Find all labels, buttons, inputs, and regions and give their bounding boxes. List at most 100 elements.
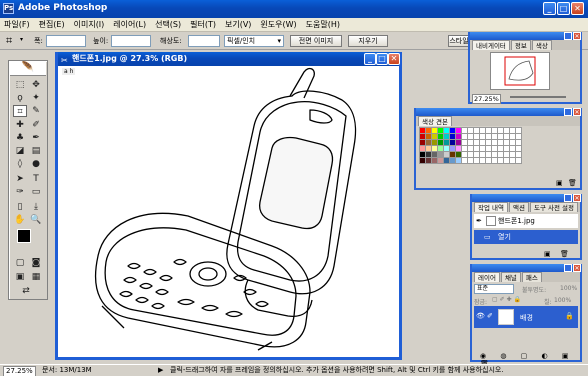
brush-tool-icon[interactable]: ✐ <box>29 119 43 131</box>
color-swatch[interactable] <box>431 151 438 158</box>
color-swatch[interactable] <box>503 145 510 152</box>
color-swatch[interactable] <box>419 157 426 164</box>
history-step-row[interactable]: ▭ 열기 <box>474 230 578 244</box>
color-swatch[interactable] <box>455 145 462 152</box>
blur-tool-icon[interactable]: ◊ <box>13 158 27 170</box>
history-brush-tool-icon[interactable]: ✒ <box>29 132 43 144</box>
color-swatch[interactable] <box>455 157 462 164</box>
color-swatch[interactable] <box>509 127 516 134</box>
color-swatch[interactable] <box>467 145 474 152</box>
color-swatch[interactable] <box>491 157 498 164</box>
navigator-zoom-value[interactable]: 27.25% <box>472 94 501 104</box>
move-tool-icon[interactable]: ✥ <box>29 79 43 91</box>
color-swatch[interactable] <box>443 157 450 164</box>
color-swatch[interactable] <box>431 139 438 146</box>
color-swatch[interactable] <box>443 133 450 140</box>
layers-minimize-button[interactable]: _ <box>564 264 572 272</box>
color-swatch[interactable] <box>467 157 474 164</box>
color-swatch[interactable] <box>461 151 468 158</box>
tab-navigator[interactable]: 내비게이터 <box>472 40 510 50</box>
tab-layers[interactable]: 레이어 <box>474 272 500 282</box>
slice-tool-icon[interactable]: ✎ <box>29 105 43 117</box>
color-swatch[interactable] <box>425 139 432 146</box>
hand-tool-icon[interactable]: ✋ <box>13 214 27 226</box>
color-swatch[interactable] <box>449 139 456 146</box>
color-swatch[interactable] <box>455 151 462 158</box>
color-swatch[interactable] <box>431 133 438 140</box>
color-swatch[interactable] <box>485 139 492 146</box>
color-swatch[interactable] <box>497 157 504 164</box>
color-swatch[interactable] <box>449 151 456 158</box>
jump-to-imageready-icon[interactable]: ⇄ <box>19 285 33 297</box>
color-swatch[interactable] <box>437 157 444 164</box>
history-snapshot-row[interactable]: ✒ 핸드폰1.jpg <box>474 214 578 228</box>
crop-tool-icon[interactable]: ⌗ <box>13 105 27 117</box>
screen-mode-standard-icon[interactable]: ▣ <box>13 271 27 283</box>
fill-value[interactable]: 100% <box>554 297 571 304</box>
document-minimize-button[interactable]: _ <box>364 53 376 65</box>
color-swatch[interactable] <box>443 151 450 158</box>
delete-swatch-icon[interactable]: 🗑 <box>568 179 577 187</box>
swatches-close-button[interactable]: ✕ <box>573 108 581 116</box>
zoom-tool-icon[interactable]: 🔍 <box>29 214 43 226</box>
color-swatch[interactable] <box>419 127 426 134</box>
color-swatch[interactable] <box>479 127 486 134</box>
tab-swatches[interactable]: 색상 견본 <box>418 116 452 126</box>
color-swatch[interactable] <box>509 157 516 164</box>
app-close-button[interactable]: ✕ <box>571 2 584 15</box>
color-swatch[interactable] <box>437 133 444 140</box>
color-swatch[interactable] <box>479 145 486 152</box>
color-swatch[interactable] <box>467 139 474 146</box>
color-swatch[interactable] <box>479 157 486 164</box>
color-swatch[interactable] <box>449 133 456 140</box>
notes-tool-icon[interactable]: ▯ <box>13 201 27 213</box>
color-swatch[interactable] <box>515 127 522 134</box>
color-swatch[interactable] <box>455 133 462 140</box>
delete-state-icon[interactable]: 🗑 <box>560 250 569 258</box>
color-swatch[interactable] <box>497 145 504 152</box>
color-swatch[interactable] <box>515 157 522 164</box>
opacity-value[interactable]: 100% <box>560 285 577 292</box>
color-swatch[interactable] <box>467 127 474 134</box>
document-maximize-button[interactable]: □ <box>376 53 388 65</box>
color-swatch[interactable] <box>485 133 492 140</box>
color-swatch[interactable] <box>479 139 486 146</box>
color-swatch[interactable] <box>473 151 480 158</box>
menu-edit[interactable]: 편집(E) <box>39 19 65 30</box>
lasso-tool-icon[interactable]: ϙ <box>13 92 27 104</box>
height-input[interactable] <box>111 35 151 47</box>
menu-layer[interactable]: 레이어(L) <box>113 19 146 30</box>
navigator-zoom-slider[interactable] <box>510 96 566 98</box>
lock-icons[interactable]: ▢ ✐ ✚ 🔒 <box>492 296 521 303</box>
menu-view[interactable]: 보기(V) <box>225 19 251 30</box>
menu-window[interactable]: 윈도우(W) <box>260 19 296 30</box>
color-swatch[interactable] <box>479 151 486 158</box>
shape-tool-icon[interactable]: ▭ <box>29 186 43 198</box>
color-swatch[interactable] <box>497 133 504 140</box>
color-swatch[interactable] <box>461 145 468 152</box>
swatches-minimize-button[interactable]: _ <box>564 108 572 116</box>
color-swatch[interactable] <box>437 127 444 134</box>
color-swatch[interactable] <box>425 133 432 140</box>
color-swatch[interactable] <box>461 127 468 134</box>
color-swatch[interactable] <box>497 127 504 134</box>
history-close-button[interactable]: ✕ <box>573 194 581 202</box>
color-swatch[interactable] <box>503 157 510 164</box>
color-swatch[interactable] <box>455 127 462 134</box>
marquee-tool-icon[interactable]: ⬚ <box>13 79 27 91</box>
color-swatch[interactable] <box>503 151 510 158</box>
navigator-close-button[interactable]: ✕ <box>573 32 581 40</box>
eraser-tool-icon[interactable]: ◪ <box>13 145 27 157</box>
eyedropper-tool-icon[interactable]: ⤓ <box>29 201 43 213</box>
color-swatch[interactable] <box>437 139 444 146</box>
layer-row-background[interactable]: 👁 ✐ 배경 🔒 <box>474 306 578 328</box>
app-maximize-button[interactable]: □ <box>557 2 570 15</box>
tab-actions[interactable]: 액션 <box>509 202 529 212</box>
color-swatch[interactable] <box>419 151 426 158</box>
menu-help[interactable]: 도움말(H) <box>306 19 340 30</box>
path-selection-tool-icon[interactable]: ➤ <box>13 173 27 185</box>
color-swatch[interactable] <box>461 139 468 146</box>
color-swatch[interactable] <box>431 145 438 152</box>
navigator-minimize-button[interactable]: _ <box>564 32 572 40</box>
color-swatch[interactable] <box>479 133 486 140</box>
